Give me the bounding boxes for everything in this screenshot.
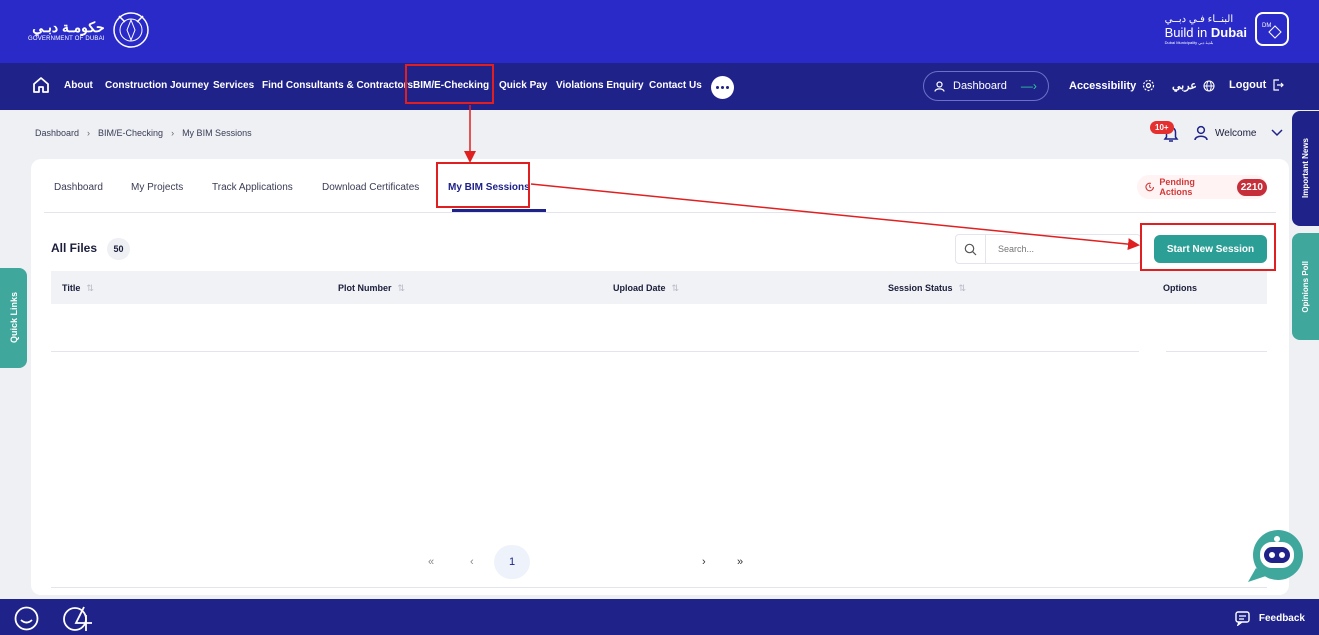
files-count-badge: 50 xyxy=(107,238,130,260)
language-label: عربي xyxy=(1172,80,1197,92)
nav-construction-journey[interactable]: Construction Journey xyxy=(105,80,209,91)
column-plot-number[interactable]: Plot Number ⇅ xyxy=(338,283,405,294)
globe-icon xyxy=(1203,79,1215,92)
accessibility-label: Accessibility xyxy=(1069,79,1137,92)
logout-button[interactable]: Logout xyxy=(1229,79,1285,91)
opinions-poll-label: Opinions Poll xyxy=(1301,260,1310,313)
pagination: « ‹ 1 › » xyxy=(31,545,1289,579)
notification-badge: 10+ xyxy=(1150,121,1174,134)
annotation-box-bim-tab xyxy=(436,162,530,208)
user-menu[interactable]: Welcome xyxy=(1193,125,1283,141)
dashboard-label: Dashboard xyxy=(953,80,1007,92)
breadcrumb-dashboard[interactable]: Dashboard xyxy=(35,128,79,138)
tab-download-certificates[interactable]: Download Certificates xyxy=(322,182,419,193)
pending-actions-count: 2210 xyxy=(1236,178,1267,196)
gov-logo-arabic: حكومـة دبـي xyxy=(32,18,105,35)
main-navigation: About Construction Journey Services Find… xyxy=(0,63,1319,110)
next-page-button[interactable]: › xyxy=(702,556,706,568)
bid-logo-subtitle: Dubai Municipality بلدية دبي xyxy=(1164,39,1214,45)
tab-my-projects[interactable]: My Projects xyxy=(131,182,183,193)
previous-page-button[interactable]: ‹ xyxy=(470,556,474,568)
user-icon xyxy=(1194,125,1208,141)
sort-icon: ⇅ xyxy=(86,283,94,293)
gov-logo-english: GOVERNMENT OF DUBAI xyxy=(28,35,105,42)
dm-mark-icon: DM xyxy=(1255,12,1289,46)
feedback-label: Feedback xyxy=(1258,612,1305,624)
tab-dashboard[interactable]: Dashboard xyxy=(54,182,103,193)
breadcrumb: Dashboard › BIM/E-Checking › My BIM Sess… xyxy=(35,128,252,138)
tab-bar: Dashboard My Projects Track Applications… xyxy=(44,159,1276,213)
active-tab-indicator xyxy=(452,209,546,212)
tab-track-applications[interactable]: Track Applications xyxy=(212,182,293,193)
government-of-dubai-logo[interactable]: حكومـة دبـي GOVERNMENT OF DUBAI xyxy=(28,8,151,52)
top-header: حكومـة دبـي GOVERNMENT OF DUBAI البنــاء… xyxy=(0,0,1319,63)
page-1-button[interactable]: 1 xyxy=(494,545,530,579)
user-icon xyxy=(934,80,945,92)
chevron-right-icon: › xyxy=(171,128,175,138)
nav-about[interactable]: About xyxy=(64,80,93,91)
feedback-button[interactable]: Feedback xyxy=(1235,610,1305,626)
quick-links-label: Quick Links xyxy=(8,292,19,344)
sort-icon: ⇅ xyxy=(958,283,967,293)
column-upload-date[interactable]: Upload Date ⇅ xyxy=(613,283,679,294)
smiley-icon[interactable] xyxy=(14,606,39,631)
welcome-label: Welcome xyxy=(1215,127,1257,139)
chatbot-icon[interactable] xyxy=(1246,528,1306,584)
emblem-icon xyxy=(112,12,149,48)
nav-contact-us[interactable]: Contact Us xyxy=(649,80,702,91)
column-title[interactable]: Title ⇅ xyxy=(62,283,94,294)
table-header: Title ⇅ Plot Number ⇅ Upload Date ⇅ Session… xyxy=(51,271,1267,304)
build-in-dubai-logo[interactable]: البنــاء فـي دبــي Build in Dubai Dubai … xyxy=(1165,12,1289,46)
last-page-button[interactable]: » xyxy=(737,556,743,568)
annotation-box-start-session xyxy=(1140,223,1276,271)
annotation-box-bim-nav xyxy=(405,64,494,104)
sort-icon: ⇅ xyxy=(671,283,680,293)
clock-icon xyxy=(1145,182,1155,192)
all-files-title: All Files xyxy=(51,241,98,255)
search-icon[interactable] xyxy=(956,234,986,264)
card-divider xyxy=(51,587,1267,588)
more-menu-button[interactable] xyxy=(711,76,734,99)
column-options: Options xyxy=(1163,283,1197,293)
dashboard-button[interactable]: Dashboard —› xyxy=(923,71,1049,101)
nav-quick-pay[interactable]: Quick Pay xyxy=(499,80,547,91)
bid-logo-arabic: البنــاء فـي دبــي xyxy=(1164,13,1234,25)
breadcrumb-bim-e-checking[interactable]: BIM/E-Checking xyxy=(98,128,163,138)
svg-text:DM: DM xyxy=(1262,23,1271,29)
opinions-poll-tab[interactable]: Opinions Poll xyxy=(1292,233,1319,340)
footer-bar: Feedback xyxy=(0,599,1319,635)
accessibility-button[interactable]: Accessibility xyxy=(1069,79,1155,92)
bid-logo-english: Build in Dubai xyxy=(1164,24,1247,40)
sort-icon: ⇅ xyxy=(397,283,406,293)
main-card: Dashboard My Projects Track Applications… xyxy=(31,159,1289,595)
first-page-button[interactable]: « xyxy=(428,556,434,568)
nav-services[interactable]: Services xyxy=(213,80,254,91)
search-input[interactable] xyxy=(986,244,1136,254)
important-news-tab[interactable]: Important News xyxy=(1292,111,1319,226)
chevron-right-icon: › xyxy=(87,128,91,138)
quick-links-tab[interactable]: Quick Links xyxy=(0,268,27,368)
table-row-divider xyxy=(51,351,1139,352)
column-session-status[interactable]: Session Status ⇅ xyxy=(888,283,966,294)
feedback-icon xyxy=(1235,611,1250,626)
table-row-divider xyxy=(1166,351,1267,352)
language-switch[interactable]: عربي xyxy=(1172,79,1215,92)
search-box xyxy=(955,234,1141,264)
breadcrumb-my-bim-sessions: My BIM Sessions xyxy=(182,128,252,138)
chevron-down-icon xyxy=(1270,129,1283,137)
accessibility-24-icon[interactable] xyxy=(62,605,96,632)
logout-icon xyxy=(1273,79,1285,91)
nav-violations-enquiry[interactable]: Violations Enquiry xyxy=(556,80,644,91)
gear-icon xyxy=(1143,79,1155,92)
logout-label: Logout xyxy=(1229,79,1267,91)
nav-find-consultants[interactable]: Find Consultants & Contractors xyxy=(262,80,413,91)
pending-actions-label: Pending Actions xyxy=(1159,177,1195,197)
arrow-right-icon: —› xyxy=(1020,79,1037,93)
home-icon[interactable] xyxy=(32,76,50,94)
pending-actions-button[interactable]: Pending Actions 2210 xyxy=(1137,175,1267,199)
important-news-label: Important News xyxy=(1301,138,1310,199)
